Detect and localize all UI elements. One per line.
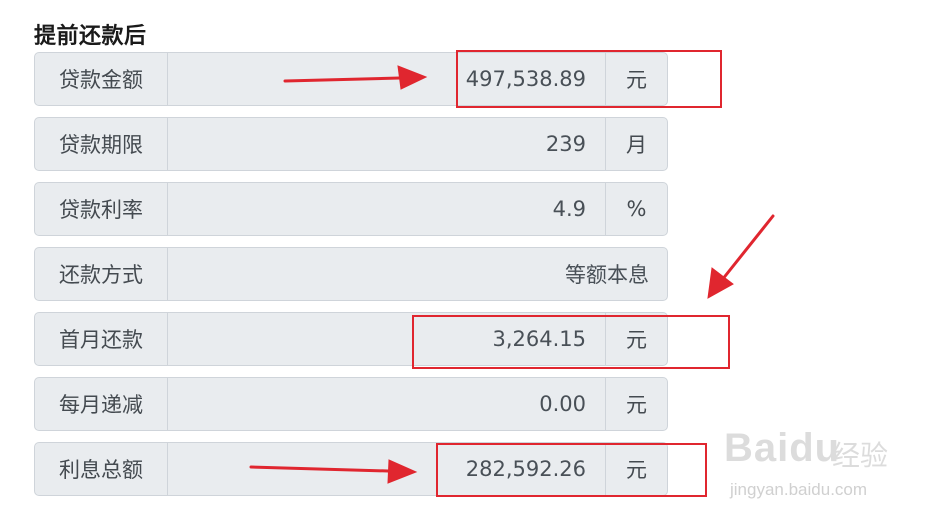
watermark-url: jingyan.baidu.com (730, 480, 868, 499)
unit-addon: 元 (605, 378, 667, 430)
row-monthly-decrease: 每月递减 0.00 元 (34, 377, 668, 431)
jingyan-text: 经验 (832, 439, 889, 472)
row-label: 首月还款 (35, 313, 168, 365)
row-label: 贷款金额 (35, 53, 168, 105)
row-loan-term: 贷款期限 239 月 (34, 117, 668, 171)
section-title: 提前还款后 (34, 24, 147, 49)
loan-calculator-result: 提前还款后 贷款金额 497,538.89 元 贷款期限 239 月 贷款利率 … (0, 0, 942, 525)
row-loan-amount: 贷款金额 497,538.89 元 (34, 52, 668, 106)
monthly-decrease-field[interactable]: 0.00 (168, 378, 605, 430)
loan-amount-field[interactable]: 497,538.89 (168, 53, 605, 105)
baidu-jingyan-watermark: Baidu 经验 jingyan.baidu.com (724, 420, 904, 510)
unit-addon: 元 (605, 313, 667, 365)
unit-addon: % (605, 183, 667, 235)
total-interest-field[interactable]: 282,592.26 (168, 443, 605, 495)
repayment-method-field[interactable]: 等额本息 (168, 248, 667, 300)
row-label: 利息总额 (35, 443, 168, 495)
arrow-down-left-icon (707, 214, 775, 299)
interest-rate-field[interactable]: 4.9 (168, 183, 605, 235)
unit-addon: 元 (605, 443, 667, 495)
row-interest-rate: 贷款利率 4.9 % (34, 182, 668, 236)
row-total-interest: 利息总额 282,592.26 元 (34, 442, 668, 496)
row-label: 每月递减 (35, 378, 168, 430)
unit-addon: 元 (605, 53, 667, 105)
first-month-payment-field[interactable]: 3,264.15 (168, 313, 605, 365)
row-first-month-payment: 首月还款 3,264.15 元 (34, 312, 668, 366)
row-label: 贷款利率 (35, 183, 168, 235)
loan-term-field[interactable]: 239 (168, 118, 605, 170)
unit-addon: 月 (605, 118, 667, 170)
baidu-logo-text: Baidu (724, 426, 841, 470)
row-label: 还款方式 (35, 248, 168, 300)
row-label: 贷款期限 (35, 118, 168, 170)
row-repayment-method: 还款方式 等额本息 (34, 247, 668, 301)
